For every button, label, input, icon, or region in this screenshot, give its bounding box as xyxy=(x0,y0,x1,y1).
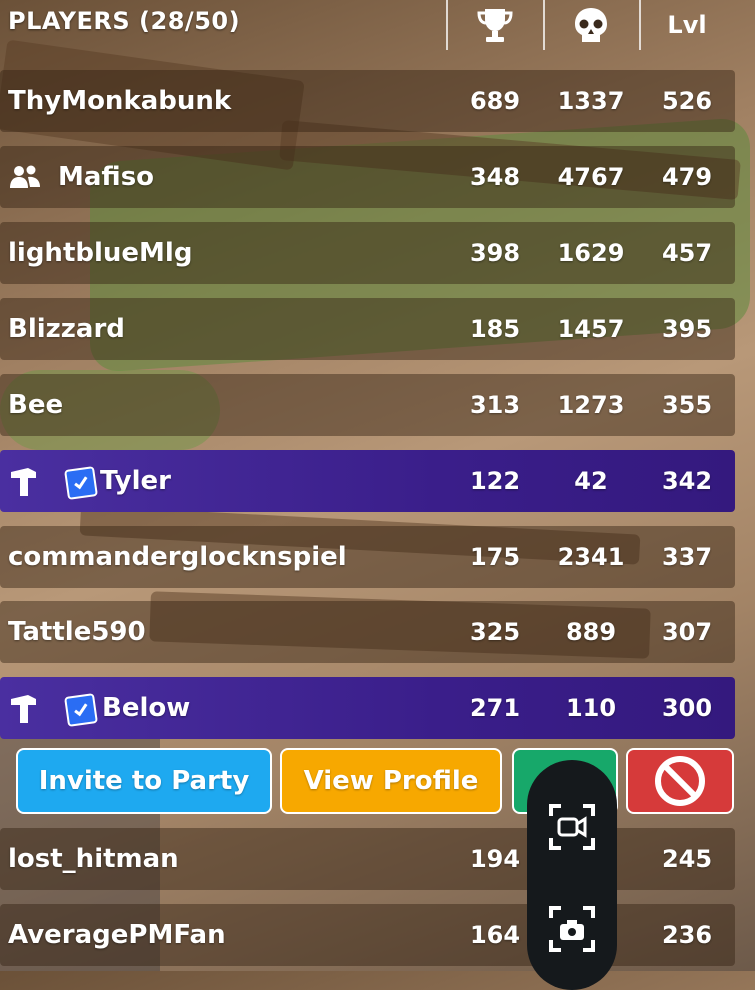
player-level: 245 xyxy=(661,845,713,873)
player-name: lightblueMlg xyxy=(8,238,193,268)
player-name: Tattle590 xyxy=(8,617,146,647)
player-row[interactable]: AveragePMFan 164 4 236 xyxy=(0,904,735,966)
player-row[interactable]: Blizzard 185 1457 395 xyxy=(0,298,735,360)
player-name: Tyler xyxy=(100,466,171,496)
player-wins: 348 xyxy=(469,163,521,191)
player-level: 337 xyxy=(661,543,713,571)
block-player-button[interactable] xyxy=(626,748,734,814)
player-row[interactable]: Tattle590 325 889 307 xyxy=(0,601,735,663)
player-row[interactable]: commanderglocknspiel 175 2341 337 xyxy=(0,526,735,588)
player-name: commanderglocknspiel xyxy=(8,542,347,572)
player-name: lost_hitman xyxy=(8,844,179,874)
player-row[interactable]: Bee 313 1273 355 xyxy=(0,374,735,436)
player-kills: 110 xyxy=(565,694,617,722)
player-row[interactable]: Mafiso 348 4767 479 xyxy=(0,146,735,208)
player-wins: 175 xyxy=(469,543,521,571)
leaderboard-header: PLAYERS (28/50) Lvl xyxy=(0,0,755,50)
column-wins xyxy=(450,0,540,50)
player-row-highlighted[interactable]: Tyler 122 42 342 xyxy=(0,450,735,512)
player-row[interactable]: lightblueMlg 398 1629 457 xyxy=(0,222,735,284)
player-level: 236 xyxy=(661,921,713,949)
player-name: Blizzard xyxy=(8,314,125,344)
player-level: 300 xyxy=(661,694,713,722)
column-divider xyxy=(446,0,448,50)
column-divider xyxy=(543,0,545,50)
player-level: 526 xyxy=(661,87,713,115)
player-kills: 889 xyxy=(565,618,617,646)
player-level: 355 xyxy=(661,391,713,419)
level-column-label: Lvl xyxy=(667,11,707,39)
player-wins: 122 xyxy=(469,467,521,495)
hammer-icon xyxy=(11,695,36,723)
player-row[interactable]: lost_hitman 194 435 245 xyxy=(0,828,735,890)
player-row[interactable]: ThyMonkabunk 689 1337 526 xyxy=(0,70,735,132)
column-kills xyxy=(546,0,636,50)
player-kills: 1273 xyxy=(557,391,625,419)
friends-icon xyxy=(10,165,40,188)
player-kills: 1629 xyxy=(557,239,625,267)
player-name: AveragePMFan xyxy=(8,920,226,950)
screenshot-icon[interactable] xyxy=(547,904,597,954)
view-profile-button[interactable]: View Profile xyxy=(280,748,502,814)
invite-to-party-button[interactable]: Invite to Party xyxy=(16,748,272,814)
player-wins: 689 xyxy=(469,87,521,115)
camera-controls xyxy=(527,760,617,990)
trophy-icon xyxy=(477,9,513,42)
player-name: Bee xyxy=(8,390,64,420)
player-row-selected[interactable]: Below 271 110 300 xyxy=(0,677,735,739)
player-kills: 42 xyxy=(574,467,608,495)
leaderboard-title: PLAYERS (28/50) xyxy=(8,7,241,35)
player-level: 307 xyxy=(661,618,713,646)
verified-icon xyxy=(64,693,98,727)
hammer-icon xyxy=(11,468,36,496)
player-name: ThyMonkabunk xyxy=(8,86,232,116)
skull-icon xyxy=(575,8,607,42)
player-kills: 4767 xyxy=(557,163,625,191)
player-level: 457 xyxy=(661,239,713,267)
player-wins: 185 xyxy=(469,315,521,343)
block-icon xyxy=(655,756,705,806)
player-wins: 398 xyxy=(469,239,521,267)
player-actions: Invite to Party View Profile xyxy=(0,744,755,820)
player-wins: 313 xyxy=(469,391,521,419)
video-record-icon[interactable] xyxy=(547,802,597,852)
player-kills: 1457 xyxy=(557,315,625,343)
player-level: 479 xyxy=(661,163,713,191)
column-divider xyxy=(639,0,641,50)
player-wins: 271 xyxy=(469,694,521,722)
player-level: 395 xyxy=(661,315,713,343)
player-level: 342 xyxy=(661,467,713,495)
player-name: Mafiso xyxy=(58,162,155,192)
player-kills: 1337 xyxy=(557,87,625,115)
player-kills: 2341 xyxy=(557,543,625,571)
player-name: Below xyxy=(102,693,191,723)
verified-icon xyxy=(64,466,98,500)
column-level: Lvl xyxy=(642,0,732,50)
player-wins: 325 xyxy=(469,618,521,646)
